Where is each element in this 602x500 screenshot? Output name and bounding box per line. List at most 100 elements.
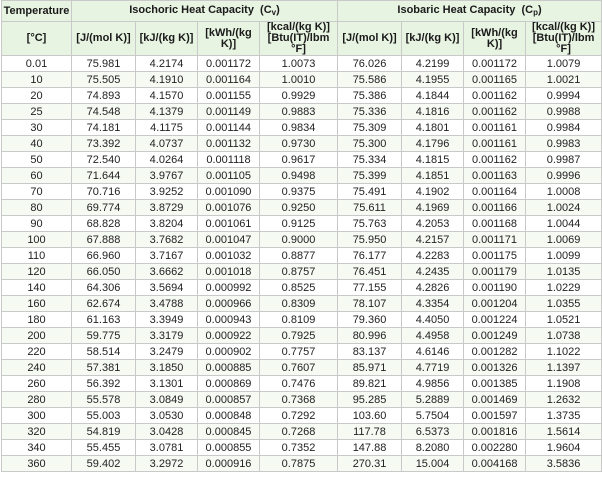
cell-cp-kj-kg-k: 4.4958	[401, 327, 465, 344]
unit-cp-kj-kg-k: [kJ/(kg K)]	[401, 21, 465, 56]
cell-cv-kj-kg-k: 3.4788	[135, 295, 198, 312]
table-row: 30 74.181 4.1175 0.001144 0.9834 75.309 4.1801…	[1, 119, 602, 136]
cell-cv-kwh-kg-k: 0.001076	[197, 199, 260, 216]
cell-cp-j-mol-k: 80.996	[337, 327, 403, 344]
cell-cv-j-mol-k: 74.548	[71, 103, 136, 120]
cell-cp-j-mol-k: 75.309	[337, 119, 403, 136]
cell-cp-kcal-btu: 1.0008	[525, 183, 602, 200]
cell-cp-j-mol-k: 76.177	[337, 247, 403, 264]
cell-cv-kj-kg-k: 4.1175	[135, 119, 198, 136]
cell-cp-kj-kg-k: 5.2889	[401, 391, 465, 408]
cell-cv-kj-kg-k: 3.9252	[135, 183, 198, 200]
cell-cp-kcal-btu: 0.9996	[525, 167, 602, 184]
cell-cp-kj-kg-k: 4.2053	[401, 215, 465, 232]
cell-cv-kcal-btu: 0.7368	[258, 391, 339, 408]
cell-cp-kwh-kg-k: 0.001816	[463, 423, 527, 440]
cell-cp-kcal-btu: 0.9994	[525, 87, 602, 104]
cell-cp-kj-kg-k: 4.4050	[401, 311, 465, 328]
cell-cv-kwh-kg-k: 0.000922	[197, 327, 260, 344]
cell-cv-j-mol-k: 74.181	[71, 119, 136, 136]
isochoric-subscript: v	[271, 7, 277, 17]
cell-cv-kcal-btu: 0.7607	[258, 359, 339, 376]
cell-cp-j-mol-k: 75.763	[337, 215, 403, 232]
cell-cp-kwh-kg-k: 0.001249	[463, 327, 527, 344]
table-row: 240 57.381 3.1850 0.000885 0.7607 85.971 4.771…	[1, 359, 602, 376]
cell-cp-kj-kg-k: 4.1815	[401, 151, 465, 168]
cell-cv-kcal-btu: 0.7757	[258, 343, 339, 360]
cell-temp: 340	[1, 439, 72, 456]
cell-cp-j-mol-k: 75.586	[337, 71, 403, 88]
unit-cv-j-mol-k: [J/(mol K)]	[71, 21, 136, 56]
cell-cv-j-mol-k: 69.774	[71, 199, 136, 216]
temperature-header: Temperature	[1, 0, 72, 22]
unit-cp-kcal-btu: [kcal/(kg K)] [Btu(IT)/lbm °F]	[525, 21, 602, 56]
cell-cv-kcal-btu: 0.9000	[258, 231, 339, 248]
table-row: 110 66.960 3.7167 0.001032 0.8877 76.177 4.228…	[1, 247, 602, 264]
cell-cp-kwh-kg-k: 0.001190	[463, 279, 527, 296]
cell-cv-kwh-kg-k: 0.000848	[197, 407, 260, 424]
cell-cp-kwh-kg-k: 0.001161	[463, 135, 527, 152]
cell-cv-kj-kg-k: 3.3949	[135, 311, 198, 328]
isochoric-label: Isochoric Heat Capacity	[129, 3, 254, 16]
cell-cv-kwh-kg-k: 0.000902	[197, 343, 260, 360]
cell-cp-kcal-btu: 1.0521	[525, 311, 602, 328]
cell-cv-j-mol-k: 55.003	[71, 407, 136, 424]
table-row: 50 72.540 4.0264 0.001118 0.9617 75.334 4.1815…	[1, 151, 602, 168]
cell-cp-kwh-kg-k: 0.001168	[463, 215, 527, 232]
cell-temp: 160	[1, 295, 72, 312]
table-row: 300 55.003 3.0530 0.000848 0.7292 103.60 5.750…	[1, 407, 602, 424]
cell-cp-kwh-kg-k: 0.001204	[463, 295, 527, 312]
cell-temp: 90	[1, 215, 72, 232]
cell-cp-kj-kg-k: 6.5373	[401, 423, 465, 440]
cell-cv-j-mol-k: 66.050	[71, 263, 136, 280]
cell-cv-kj-kg-k: 3.9767	[135, 167, 198, 184]
cell-cv-j-mol-k: 54.819	[71, 423, 136, 440]
cell-cp-kwh-kg-k: 0.001166	[463, 199, 527, 216]
isobaric-label: Isobaric Heat Capacity	[397, 3, 516, 16]
cell-cv-kj-kg-k: 3.7167	[135, 247, 198, 264]
cell-cp-kcal-btu: 1.5614	[525, 423, 602, 440]
cell-cp-kcal-btu: 3.5836	[525, 455, 602, 472]
cell-cp-kcal-btu: 1.3735	[525, 407, 602, 424]
cell-cv-kj-kg-k: 3.0781	[135, 439, 198, 456]
cell-cv-kj-kg-k: 4.1910	[135, 71, 198, 88]
cell-temp: 10	[1, 71, 72, 88]
cell-cv-kcal-btu: 0.7875	[258, 455, 339, 472]
cell-cv-kj-kg-k: 3.2972	[135, 455, 198, 472]
cell-cv-kwh-kg-k: 0.001047	[197, 231, 260, 248]
table-row: 160 62.674 3.4788 0.000966 0.8309 78.107 4.335…	[1, 295, 602, 312]
cell-cp-kcal-btu: 1.0229	[525, 279, 602, 296]
cell-cv-kcal-btu: 0.7268	[258, 423, 339, 440]
cell-cv-j-mol-k: 75.981	[71, 55, 136, 72]
cell-cv-j-mol-k: 59.402	[71, 455, 136, 472]
cell-cv-kj-kg-k: 3.6662	[135, 263, 198, 280]
cell-temp: 320	[1, 423, 72, 440]
cell-cv-kj-kg-k: 3.1301	[135, 375, 198, 392]
cell-cp-kj-kg-k: 4.1851	[401, 167, 465, 184]
cell-cv-kj-kg-k: 3.0428	[135, 423, 198, 440]
cell-cv-j-mol-k: 74.893	[71, 87, 136, 104]
table-row: 200 59.775 3.3179 0.000922 0.7925 80.996 4.495…	[1, 327, 602, 344]
cell-cp-kwh-kg-k: 0.002280	[463, 439, 527, 456]
cell-temp: 240	[1, 359, 72, 376]
cell-cp-kj-kg-k: 8.2080	[401, 439, 465, 456]
cell-cp-kcal-btu: 1.1397	[525, 359, 602, 376]
cell-cv-kj-kg-k: 3.7682	[135, 231, 198, 248]
cell-cv-kwh-kg-k: 0.000869	[197, 375, 260, 392]
cell-cv-kj-kg-k: 3.5694	[135, 279, 198, 296]
cell-cp-kcal-btu: 0.9983	[525, 135, 602, 152]
cell-cp-kj-kg-k: 4.1902	[401, 183, 465, 200]
cell-cp-kwh-kg-k: 0.001224	[463, 311, 527, 328]
cell-cv-kwh-kg-k: 0.000885	[197, 359, 260, 376]
cell-cp-kj-kg-k: 4.2157	[401, 231, 465, 248]
unit-cv-kcal-btu: [kcal/(kg K)] [Btu(IT)/lbm °F]	[258, 21, 339, 56]
cell-temp: 0.01	[1, 55, 72, 72]
cell-cv-j-mol-k: 72.540	[71, 151, 136, 168]
table-row: 60 71.644 3.9767 0.001105 0.9498 75.399 4.1851…	[1, 167, 602, 184]
cell-cp-kcal-btu: 1.9604	[525, 439, 602, 456]
cell-cv-kwh-kg-k: 0.000992	[197, 279, 260, 296]
cell-cv-kwh-kg-k: 0.001118	[197, 151, 260, 168]
cell-cp-kwh-kg-k: 0.001385	[463, 375, 527, 392]
cell-cv-kwh-kg-k: 0.001132	[197, 135, 260, 152]
cell-cp-j-mol-k: 83.137	[337, 343, 403, 360]
